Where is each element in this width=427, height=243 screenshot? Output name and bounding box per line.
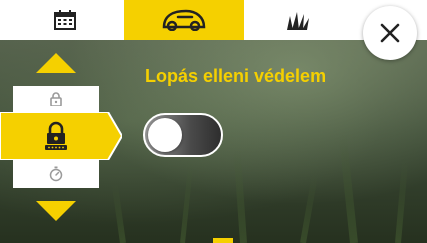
menu-item-lock[interactable] [13,86,99,112]
grass-blade [300,173,319,243]
grass-blade [180,163,194,243]
anti-theft-toggle[interactable] [143,113,223,157]
scroll-up-arrow[interactable] [36,53,76,73]
grass-blade [338,133,358,243]
grass-icon [287,12,309,30]
lock-icon [50,92,62,106]
scroll-down-arrow[interactable] [36,201,76,221]
tab-robotic-mower[interactable] [124,0,244,40]
grass-blade [233,147,247,243]
lock-pin-icon [45,121,67,150]
page-indicator [213,238,233,243]
grass-blade [395,158,409,243]
close-icon [380,23,400,43]
tab-calendar[interactable] [30,0,100,40]
grass-blade [111,183,126,243]
stopwatch-icon [49,166,63,182]
tab-grass[interactable] [258,0,338,40]
close-button[interactable] [363,6,417,60]
menu-item-pin-lock-selected[interactable] [0,112,122,160]
page-title: Lopás elleni védelem [145,66,327,86]
toggle-knob[interactable] [148,118,182,152]
menu-item-timer[interactable] [13,160,99,188]
robotic-mower-icon [162,9,206,31]
calendar-icon [54,10,76,30]
